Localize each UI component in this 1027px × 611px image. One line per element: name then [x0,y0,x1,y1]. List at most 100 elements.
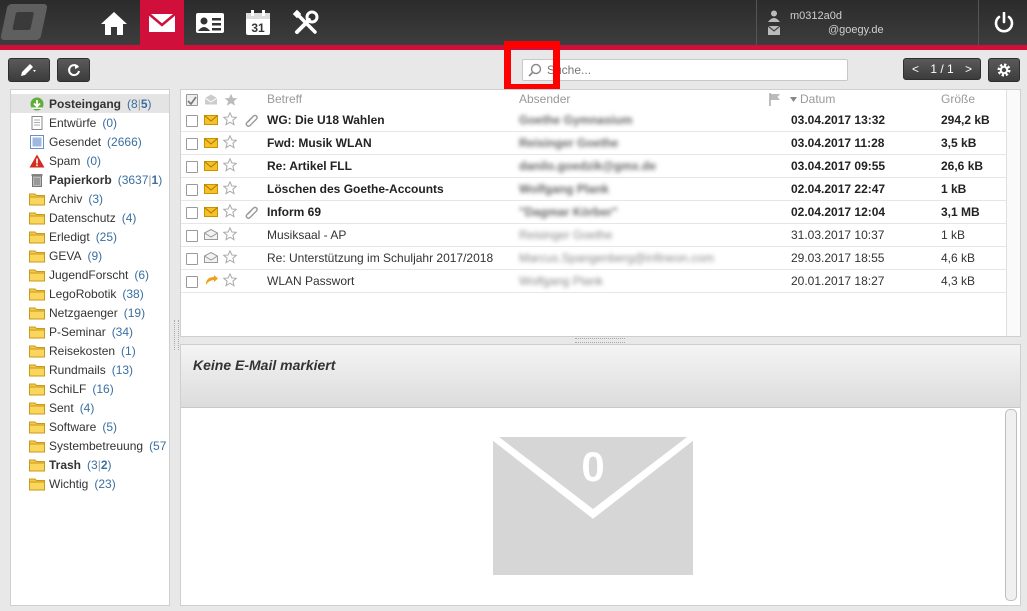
folder-item-papierkorb[interactable]: Papierkorb (3637|1) [11,170,169,189]
unread-mail-icon[interactable] [204,114,218,128]
folder-item-gesendet[interactable]: Gesendet (2666) [11,132,169,151]
folder-total: 3 [91,457,98,472]
refresh-button[interactable] [57,58,90,82]
row-checkbox[interactable] [186,115,198,127]
app-logo[interactable] [0,4,48,40]
row-checkbox[interactable] [186,138,198,150]
row-checkbox[interactable] [186,230,198,242]
message-row[interactable]: Löschen des Goethe-Accounts Wolfgang Plan… [181,178,1006,201]
folder-item-jugendforscht[interactable]: JugendForscht (6) [11,265,169,284]
row-checkbox[interactable] [186,253,198,265]
unread-mail-icon[interactable] [204,137,218,151]
row-checkbox[interactable] [186,276,198,288]
message-row[interactable]: Re: Unterstützung im Schuljahr 2017/2018… [181,247,1006,270]
unread-mail-icon[interactable] [204,206,218,220]
message-date: 03.04.2017 11:28 [791,136,885,150]
folder-item-rundmails[interactable]: Rundmails (13) [11,360,169,379]
read-mail-icon[interactable] [204,251,218,266]
message-size: 26,6 kB [941,159,984,173]
message-row[interactable]: Fwd: Musik WLAN Reisinger Goethe 03.04.201… [181,132,1006,155]
star-icon[interactable] [223,135,237,149]
folder-item-archiv[interactable]: Archiv (3) [11,189,169,208]
account-id: m0312a0d [790,10,842,22]
next-page-button[interactable]: > [965,62,972,76]
folder-item-spam[interactable]: Spam (0) [11,151,169,170]
folder-name: LegoRobotik [49,286,117,301]
folder-item-sent[interactable]: Sent (4) [11,398,169,417]
nav-home[interactable] [92,0,136,45]
user-info: m0312a0d @goegy.de [756,0,977,45]
trash-icon [29,173,45,187]
folder-list: Posteingang (8|5) Entwürfe (0) Gesendet (2666… [10,89,170,606]
folder-icon [29,306,45,320]
star-icon[interactable] [223,181,237,195]
nav-settings-tools[interactable] [284,0,328,45]
search-input[interactable] [545,61,845,79]
folder-item-reisekosten[interactable]: Reisekosten (1) [11,341,169,360]
folder-name: JugendForscht [49,267,129,282]
row-checkbox[interactable] [186,161,198,173]
star-icon[interactable] [223,204,237,218]
message-sender: Goethe Gymnasium [519,113,633,127]
folder-item-software[interactable]: Software (5) [11,417,169,436]
folder-item-datenschutz[interactable]: Datenschutz (4) [11,208,169,227]
column-size[interactable]: Größe [941,92,975,106]
message-list-header: Betreff Absender Datum Größe [181,90,1006,110]
folder-name: Papierkorb [49,172,112,187]
folder-item-geva[interactable]: GEVA (9) [11,246,169,265]
sent-icon [29,134,45,149]
message-sender: Wolfgang Plank [519,274,603,288]
unread-mail-icon[interactable] [204,160,218,174]
folder-name: Sent [49,400,74,415]
replied-icon[interactable] [204,275,218,289]
folder-item-netzgaenger[interactable]: Netzgaenger (19) [11,303,169,322]
star-icon[interactable] [223,158,237,172]
settings-button[interactable] [988,58,1020,82]
nav-calendar[interactable]: 31 [236,0,280,45]
select-all-checkbox[interactable] [186,94,198,106]
compose-button[interactable] [8,58,50,82]
column-date[interactable]: Datum [800,92,835,106]
folder-item-schilf[interactable]: SchiLF (16) [11,379,169,398]
nav-mail[interactable] [140,0,184,45]
folder-item-posteingang[interactable]: Posteingang (8|5) [11,94,169,113]
folder-item-entwürfe[interactable]: Entwürfe (0) [11,113,169,132]
star-icon[interactable] [223,112,237,126]
folder-item-trash[interactable]: Trash (3|2) [11,455,169,474]
folder-item-legorobotik[interactable]: LegoRobotik (38) [11,284,169,303]
horizontal-splitter[interactable] [575,338,625,343]
message-row[interactable]: Inform 69 "Dagmar Körber" 02.04.2017 12:04… [181,201,1006,224]
logout-button[interactable] [978,0,1027,45]
folder-item-wichtig[interactable]: Wichtig (23) [11,474,169,493]
unread-mail-icon[interactable] [204,183,218,197]
preview-title: Keine E-Mail markiert [193,357,336,373]
column-subject[interactable]: Betreff [267,92,302,106]
folder-item-p-seminar[interactable]: P-Seminar (34) [11,322,169,341]
column-sender[interactable]: Absender [519,92,570,106]
vertical-splitter[interactable] [174,320,179,350]
message-row[interactable]: WG: Die U18 Wahlen Goethe Gymnasium 03.04.… [181,109,1006,132]
folder-count: (6) [134,267,150,282]
message-row[interactable]: WLAN Passwort Wolfgang Plank 20.01.2017 18… [181,270,1006,293]
message-list-scrollbar[interactable] [1006,90,1020,336]
star-icon[interactable] [223,250,237,264]
preview-scrollbar[interactable] [1005,409,1017,601]
read-mail-icon[interactable] [204,228,218,243]
prev-page-button[interactable]: < [912,62,919,76]
folder-name: Spam [49,153,81,168]
row-checkbox[interactable] [186,207,198,219]
nav-contacts[interactable] [188,0,232,45]
spam-warning-icon [29,154,45,168]
message-row[interactable]: Re: Artikel FLL danilo.goedzik@gmx.de 03.0… [181,155,1006,178]
star-icon[interactable] [223,227,237,241]
search-box[interactable] [522,59,848,81]
preview-pane: Keine E-Mail markiert 0 [180,344,1021,606]
attachment-icon [245,206,258,219]
folder-item-systembetreuung[interactable]: Systembetreuung (57 [11,436,169,455]
row-checkbox[interactable] [186,184,198,196]
folder-name: GEVA [49,248,82,263]
folder-item-erledigt[interactable]: Erledigt (25) [11,227,169,246]
gear-icon [997,63,1011,77]
message-row[interactable]: Musiksaal - AP Reisinger Goethe 31.03.2017… [181,224,1006,247]
star-icon[interactable] [223,273,237,287]
